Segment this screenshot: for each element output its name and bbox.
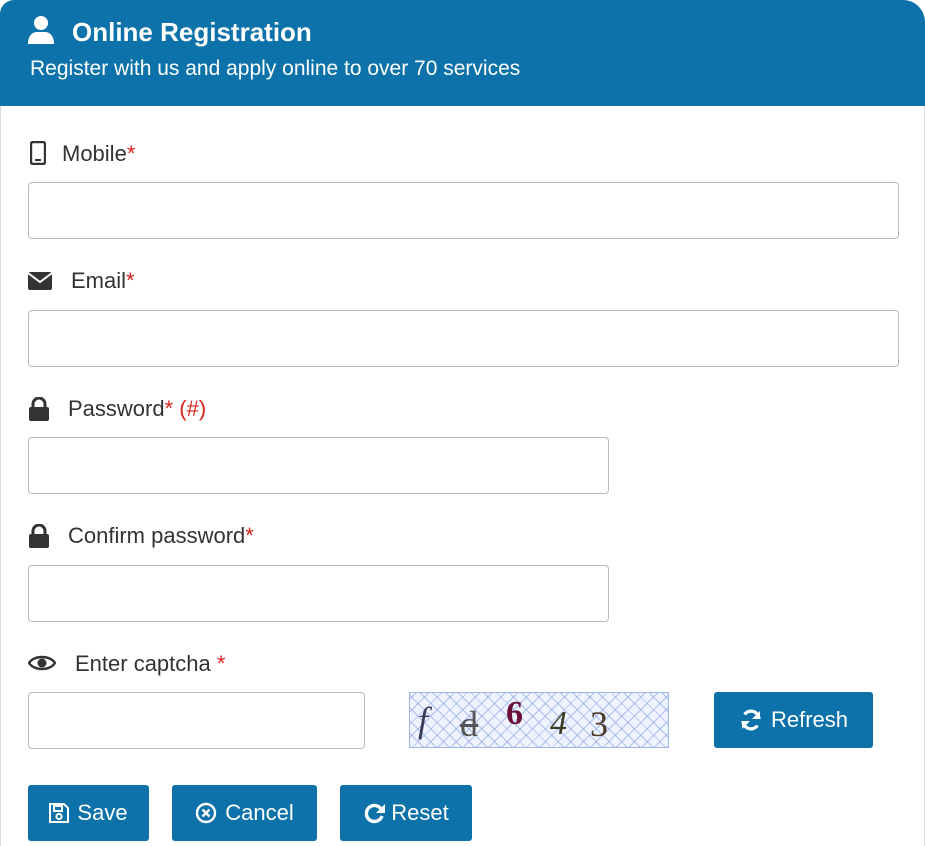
- required-mark: *: [216, 651, 226, 676]
- email-label-text: Email: [71, 268, 127, 293]
- page-title: Online Registration: [72, 17, 312, 47]
- floppy-disk-icon: [49, 803, 70, 823]
- mobile-phone-icon: [30, 141, 46, 165]
- envelope-icon: [28, 272, 52, 290]
- save-button[interactable]: Save: [28, 785, 149, 841]
- captcha-char: 6: [506, 695, 523, 732]
- required-mark: *: [245, 523, 254, 548]
- card-header: Online Registration Register with us and…: [0, 0, 925, 106]
- captcha-char: f: [418, 700, 429, 740]
- password-label: Password* (#): [68, 396, 206, 422]
- lock-icon: [29, 397, 49, 421]
- lock-icon: [29, 524, 49, 548]
- refresh-button[interactable]: Refresh: [714, 692, 873, 748]
- email-label: Email*: [71, 268, 135, 294]
- redo-icon: [364, 803, 386, 824]
- captcha-label: Enter captcha *: [75, 651, 225, 677]
- user-icon: [28, 16, 54, 44]
- captcha-image: f d 6 4 3: [409, 692, 669, 748]
- reset-button-label: Reset: [391, 800, 449, 825]
- email-input[interactable]: [28, 310, 899, 367]
- refresh-icon: [741, 709, 761, 731]
- registration-card: Online Registration Register with us and…: [0, 0, 925, 846]
- save-button-label: Save: [77, 800, 128, 825]
- circle-x-icon: [196, 802, 217, 824]
- mobile-label-text: Mobile: [62, 141, 127, 166]
- confirm-password-input[interactable]: [28, 565, 609, 622]
- cancel-button-label: Cancel: [225, 800, 294, 825]
- confirm-password-label-text: Confirm password: [68, 523, 246, 548]
- password-note: (#): [179, 396, 207, 421]
- captcha-char: 3: [590, 704, 608, 744]
- cancel-button[interactable]: Cancel: [172, 785, 317, 841]
- required-mark: *: [126, 268, 135, 293]
- required-mark: *: [126, 141, 136, 166]
- refresh-button-label: Refresh: [770, 707, 849, 732]
- password-input[interactable]: [28, 437, 609, 494]
- captcha-char: d: [460, 704, 478, 744]
- mobile-input[interactable]: [28, 182, 899, 239]
- required-mark: *: [164, 396, 174, 421]
- captcha-label-text: Enter captcha: [75, 651, 217, 676]
- reset-button[interactable]: Reset: [340, 785, 472, 841]
- page-subtitle: Register with us and apply online to ove…: [30, 57, 521, 80]
- eye-icon: [28, 655, 56, 671]
- password-label-text: Password: [68, 396, 165, 421]
- mobile-label: Mobile*: [62, 141, 135, 167]
- captcha-char: 4: [550, 705, 567, 742]
- confirm-password-label: Confirm password*: [68, 523, 254, 549]
- captcha-input[interactable]: [28, 692, 365, 749]
